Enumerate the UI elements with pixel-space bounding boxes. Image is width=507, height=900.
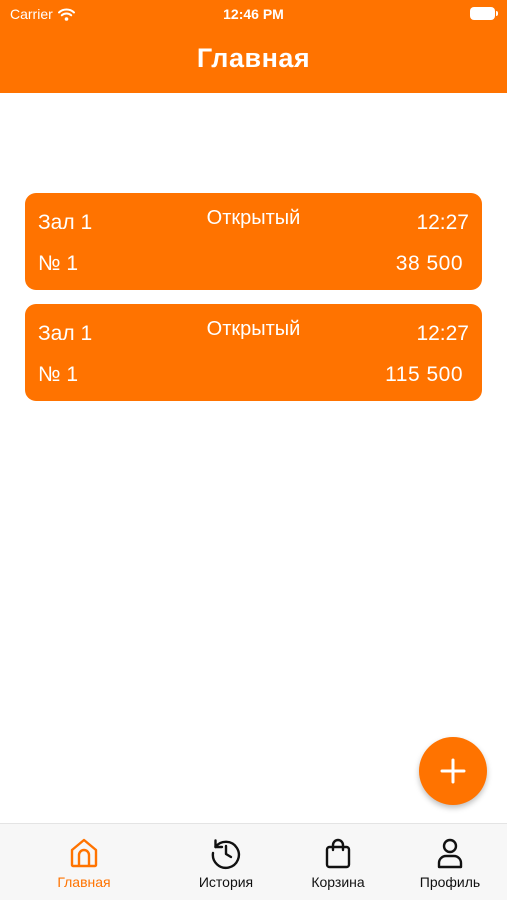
order-status: Открытый bbox=[206, 318, 301, 340]
tab-history[interactable]: История bbox=[176, 836, 276, 890]
shopping-bag-icon bbox=[325, 838, 351, 869]
tab-bar: Главная История Корзина Профиль bbox=[0, 823, 507, 900]
add-order-button[interactable] bbox=[419, 737, 487, 805]
tab-label: История bbox=[198, 874, 254, 890]
order-time: 12:27 bbox=[416, 322, 469, 345]
history-icon bbox=[211, 839, 241, 869]
tab-label: Главная bbox=[57, 874, 111, 890]
order-number: № 1 bbox=[38, 252, 79, 275]
order-list: Зал 1 Открытый 12:27 № 1 38 500 Зал 1 От… bbox=[25, 193, 482, 415]
order-status: Открытый bbox=[206, 207, 301, 229]
order-amount: 115 500 bbox=[385, 363, 463, 386]
plus-icon bbox=[440, 758, 466, 784]
tab-cart[interactable]: Корзина bbox=[288, 836, 388, 890]
tab-label: Корзина bbox=[311, 874, 365, 890]
tab-home[interactable]: Главная bbox=[34, 836, 134, 890]
home-icon bbox=[70, 838, 98, 868]
status-bar: Carrier 12:46 PM bbox=[0, 0, 507, 28]
header: Carrier 12:46 PM Главная bbox=[0, 0, 507, 93]
battery-icon bbox=[470, 7, 498, 20]
app-screen: Carrier 12:46 PM Главная Зал 1 Открытый … bbox=[0, 0, 507, 900]
order-card[interactable]: Зал 1 Открытый 12:27 № 1 115 500 bbox=[25, 304, 482, 401]
page-title: Главная bbox=[196, 43, 311, 73]
order-time: 12:27 bbox=[416, 211, 469, 234]
order-amount: 38 500 bbox=[395, 252, 463, 275]
user-icon bbox=[437, 838, 463, 869]
order-number: № 1 bbox=[38, 363, 79, 386]
tab-profile[interactable]: Профиль bbox=[400, 836, 500, 890]
status-time: 12:46 PM bbox=[223, 6, 284, 22]
order-card[interactable]: Зал 1 Открытый 12:27 № 1 38 500 bbox=[25, 193, 482, 290]
tab-label: Профиль bbox=[419, 874, 481, 890]
